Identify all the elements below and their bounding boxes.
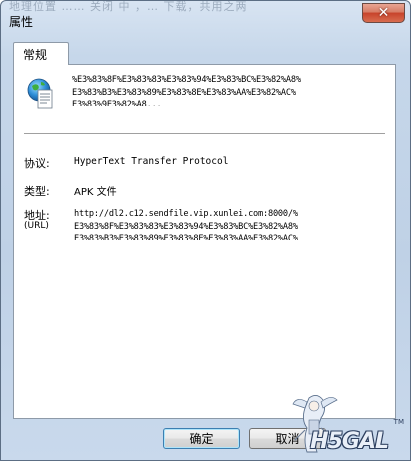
protocol-label: 协议:	[24, 157, 50, 170]
close-icon: ✕	[377, 5, 390, 21]
ok-button[interactable]: 确定	[163, 428, 240, 449]
file-name-line: %E3%83%8F%E3%83%83%E3%83%94%E3%83%BC%E3%…	[72, 75, 301, 85]
dialog-title: 属性	[9, 15, 34, 29]
file-name-line: E3%83%B3%E3%83%89%E3%83%8E%E3%83%AA%E3%8…	[72, 88, 296, 98]
url-line[interactable]: E3%83%8F%E3%83%83%E3%83%94%E3%83%BC%E3%8…	[74, 222, 298, 232]
general-panel: %E3%83%8F%E3%83%83%E3%83%94%E3%83%BC%E3%…	[13, 64, 396, 419]
close-button[interactable]: ✕	[362, 3, 405, 23]
background-window-text: 地理位置 …… 关闭 中 ，… 下载，共用之两	[9, 0, 248, 13]
address-sublabel: (URL)	[24, 221, 49, 231]
file-name-line-clipped: E3%83%9E3%82%A8...	[72, 100, 162, 106]
tab-general[interactable]: 常规	[13, 42, 69, 65]
type-value: APK 文件	[74, 187, 117, 198]
watermark-trademark: TM	[393, 418, 404, 426]
url-line-clipped[interactable]: E3%83%B3%E3%83%89%E3%83%8E%E3%83%AA%E3%8…	[74, 234, 298, 240]
divider	[24, 133, 385, 134]
url-line[interactable]: http://dl2.c12.sendfile.vip.xunlei.com:8…	[74, 209, 298, 219]
protocol-value: HyperText Transfer Protocol	[74, 156, 229, 167]
properties-dialog: 地理位置 …… 关闭 中 ，… 下载，共用之两 属性 ✕ 常规 %E3%83%8…	[0, 0, 411, 461]
type-label: 类型:	[24, 185, 50, 198]
web-document-icon	[27, 78, 53, 109]
watermark-text: H5GAL	[310, 429, 389, 454]
